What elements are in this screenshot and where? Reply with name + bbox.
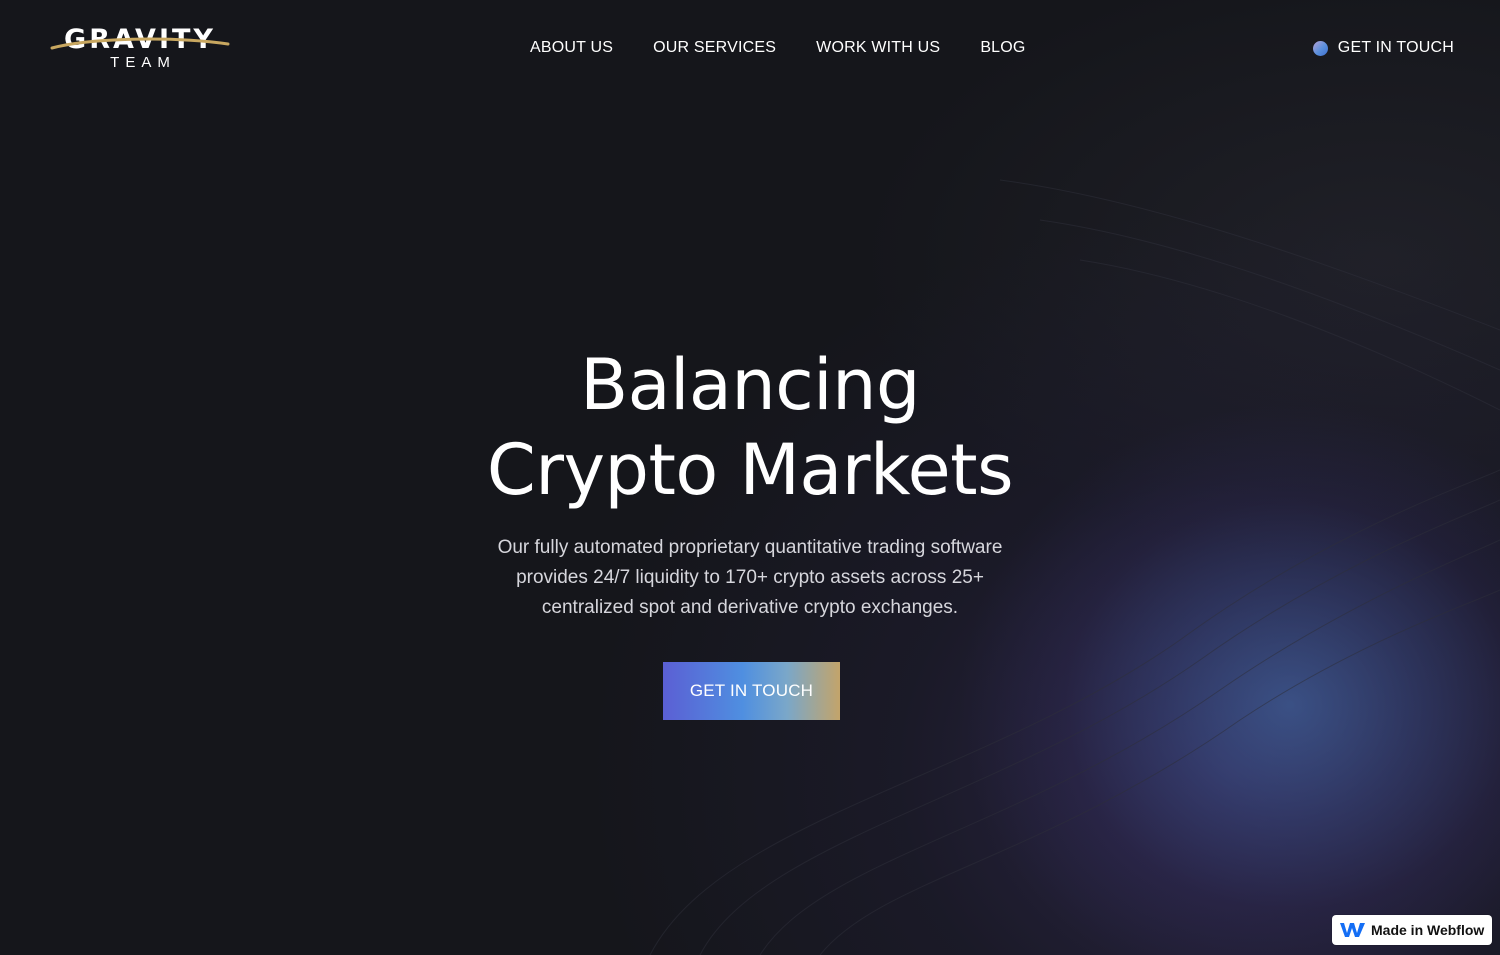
made-in-webflow-badge[interactable]: Made in Webflow (1332, 915, 1492, 945)
gradient-dot-icon (1312, 40, 1328, 56)
logo[interactable]: GRAVITY TEAM (50, 24, 230, 72)
main-nav: ABOUT US OUR SERVICES WORK WITH US BLOG (530, 38, 1026, 58)
header-cta-label: GET IN TOUCH (1337, 39, 1454, 56)
nav-item-about-us[interactable]: ABOUT US (530, 38, 613, 58)
nav-item-work-with-us[interactable]: WORK WITH US (816, 38, 940, 58)
nav-item-blog[interactable]: BLOG (980, 38, 1025, 58)
swoosh-icon (50, 37, 230, 50)
logo-subtitle: TEAM (110, 54, 176, 71)
hero-subtitle: Our fully automated proprietary quantita… (497, 537, 1003, 618)
webflow-badge-label: Made in Webflow (1371, 922, 1485, 938)
webflow-logo-icon (1340, 923, 1365, 937)
header-get-in-touch-link[interactable]: GET IN TOUCH (1312, 38, 1454, 58)
hero-get-in-touch-button[interactable]: GET IN TOUCH (663, 662, 840, 720)
hero-title: Balancing Crypto Markets (0, 343, 1500, 513)
nav-item-our-services[interactable]: OUR SERVICES (653, 38, 776, 58)
hero-title-line-1: Balancing (580, 344, 920, 426)
page: GRAVITY TEAM ABOUT US OUR SERVICES WORK … (0, 0, 1500, 955)
hero-title-line-2: Crypto Markets (486, 429, 1014, 511)
